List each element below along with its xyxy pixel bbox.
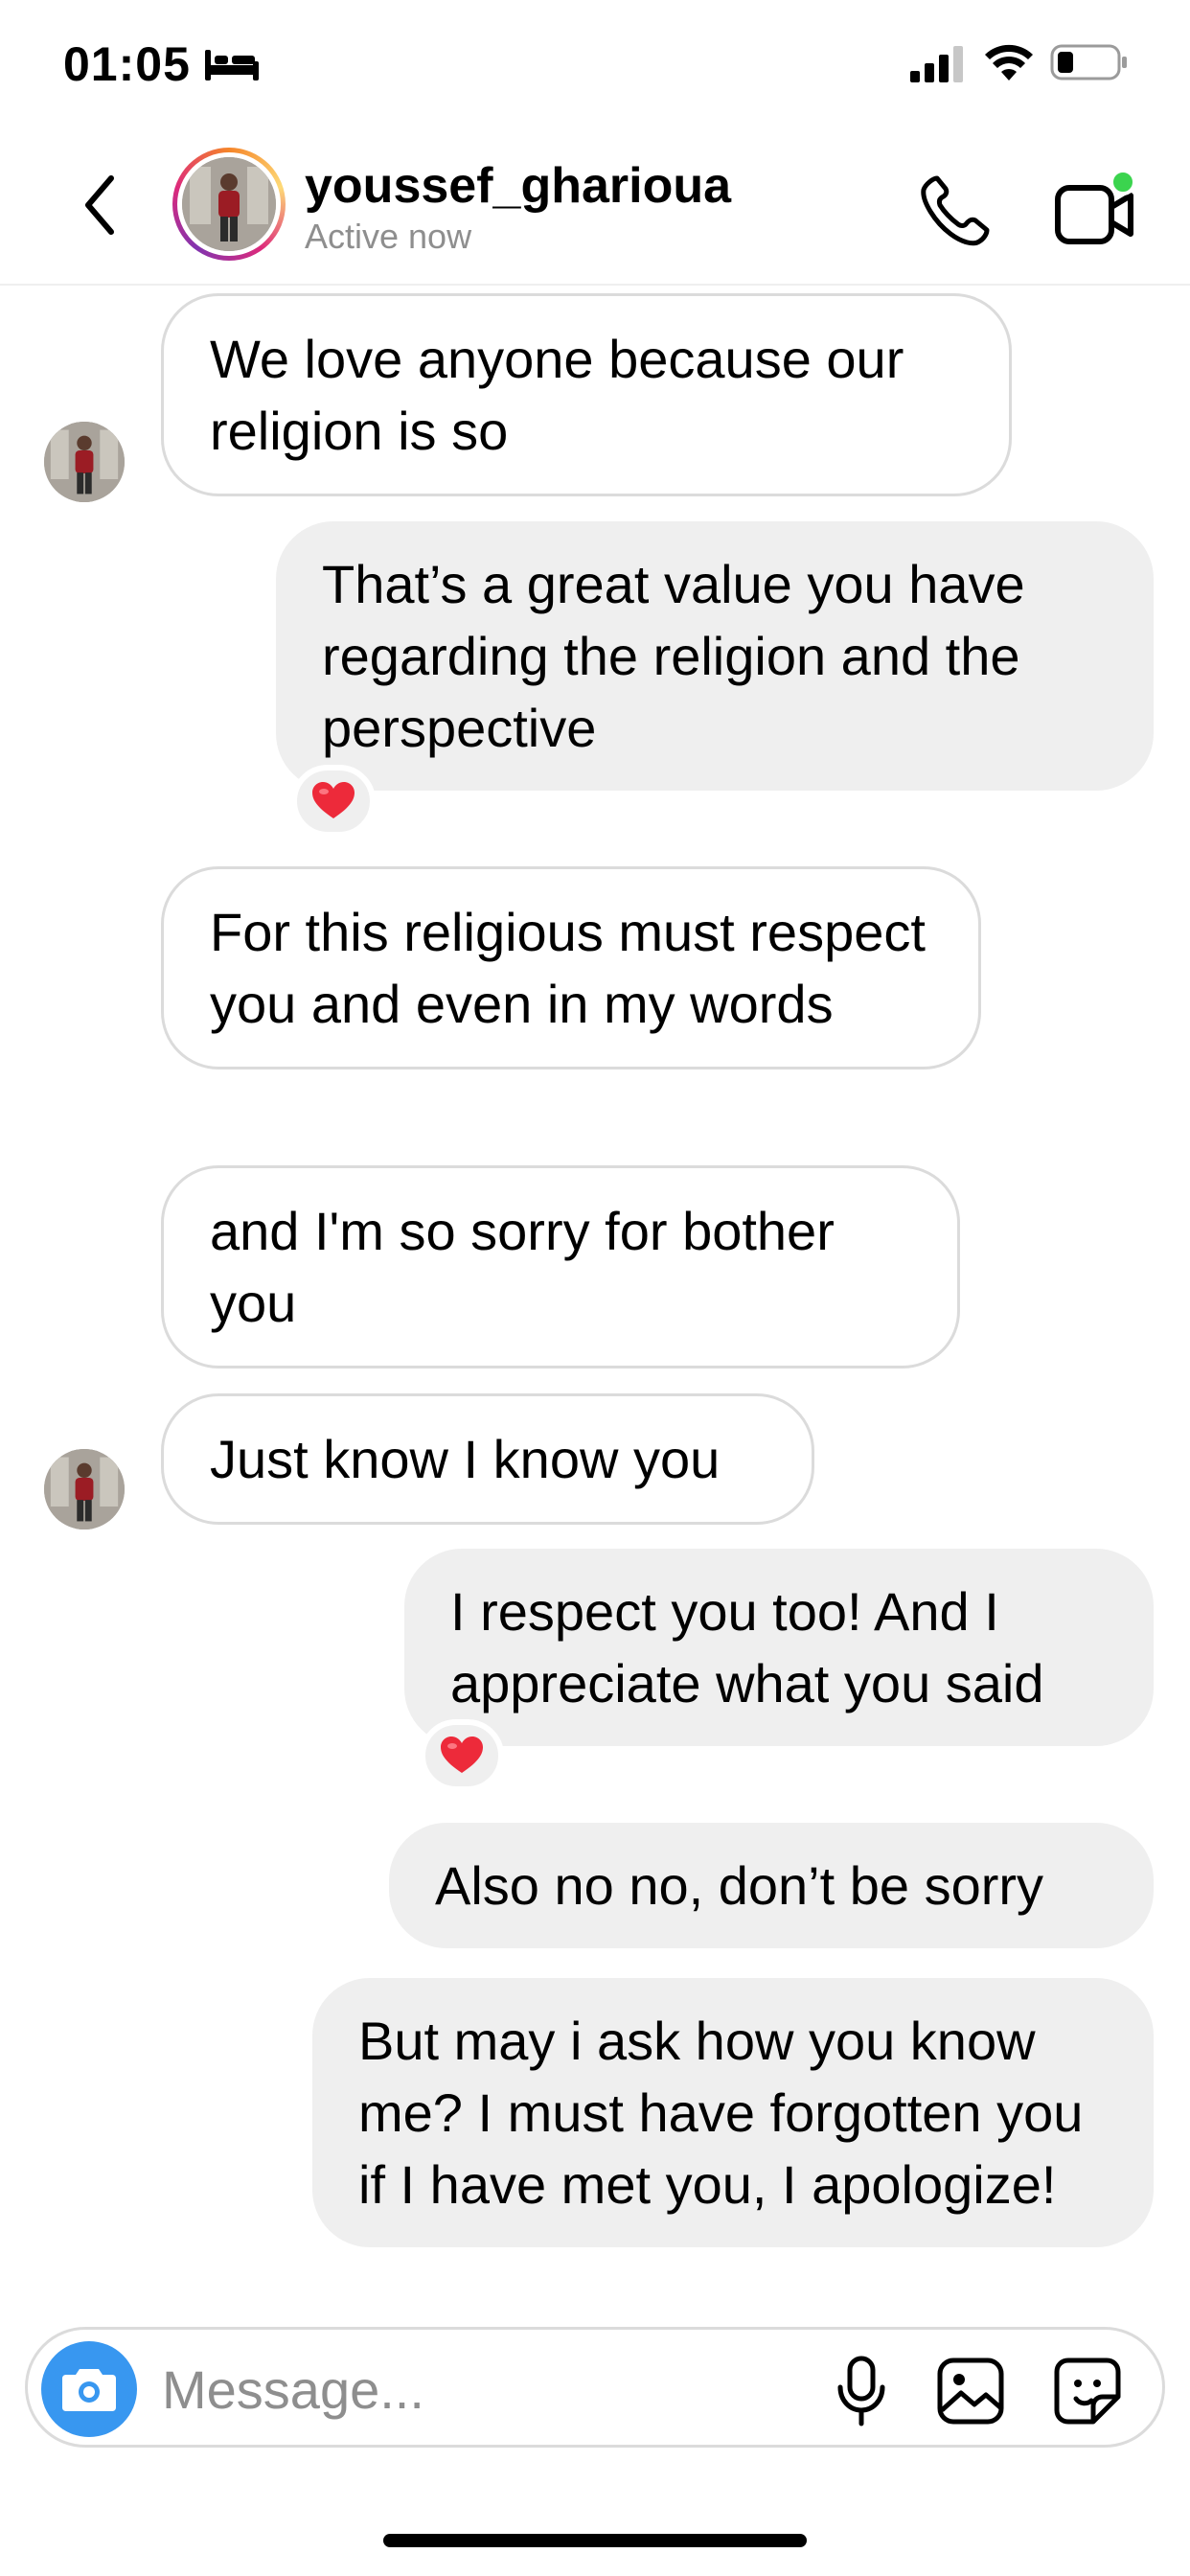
message-bubble-sent[interactable]: Also no no, don’t be sorry	[389, 1823, 1154, 1948]
message-bubble-sent[interactable]: I respect you too! And I appreciate what…	[404, 1549, 1154, 1746]
message-bubble-received[interactable]: We love anyone because our religion is s…	[161, 293, 1012, 496]
message-text: and I'm so sorry for bother you	[210, 1201, 835, 1333]
message-thread[interactable]: We love anyone because our religion is s…	[0, 286, 1190, 2327]
active-status: Active now	[305, 217, 472, 256]
signal-icon	[910, 46, 963, 82]
heart-icon	[312, 782, 355, 818]
camera-icon	[62, 2369, 116, 2411]
message-text: But may i ask how you know me? I must ha…	[358, 2011, 1084, 2215]
message-text: I respect you too! And I appreciate what…	[450, 1581, 1044, 1714]
wifi-icon	[985, 44, 1033, 80]
message-composer	[25, 2327, 1165, 2448]
message-text: For this religious must respect you and …	[210, 902, 926, 1034]
mic-icon[interactable]	[833, 2355, 890, 2427]
sender-avatar[interactable]	[44, 1449, 125, 1530]
message-text: We love anyone because our religion is s…	[210, 329, 904, 461]
chat-header: youssef_gharioua Active now	[0, 125, 1190, 286]
message-text: Also no no, don’t be sorry	[435, 1855, 1044, 1916]
message-bubble-sent[interactable]: But may i ask how you know me? I must ha…	[312, 1978, 1154, 2247]
home-indicator[interactable]	[383, 2534, 807, 2547]
phone-icon[interactable]	[916, 172, 993, 249]
bed-icon	[205, 50, 259, 80]
back-icon[interactable]	[77, 171, 125, 240]
message-bubble-received[interactable]: For this religious must respect you and …	[161, 866, 981, 1070]
message-input[interactable]	[162, 2353, 698, 2426]
message-bubble-received[interactable]: and I'm so sorry for bother you	[161, 1165, 960, 1368]
reaction-heart[interactable]	[420, 1719, 504, 1792]
gallery-icon[interactable]	[936, 2357, 1005, 2426]
heart-icon	[441, 1736, 483, 1773]
reaction-heart[interactable]	[291, 765, 376, 838]
message-bubble-sent[interactable]: That’s a great value you have regarding …	[276, 521, 1154, 791]
avatar[interactable]	[172, 148, 286, 261]
status-bar: 01:05	[0, 0, 1190, 125]
message-bubble-received[interactable]: Just know I know you	[161, 1393, 814, 1525]
sticker-icon[interactable]	[1053, 2357, 1122, 2426]
message-text: That’s a great value you have regarding …	[322, 554, 1025, 758]
sender-avatar[interactable]	[44, 422, 125, 502]
camera-button[interactable]	[41, 2341, 137, 2437]
dm-thread-screen: 01:05 youssef_gharioua Active now We lov…	[0, 0, 1190, 2576]
status-time: 01:05	[63, 37, 191, 91]
video-icon[interactable]	[1054, 167, 1140, 249]
battery-icon	[1050, 44, 1127, 80]
chat-username[interactable]: youssef_gharioua	[305, 157, 731, 215]
message-text: Just know I know you	[210, 1429, 721, 1489]
